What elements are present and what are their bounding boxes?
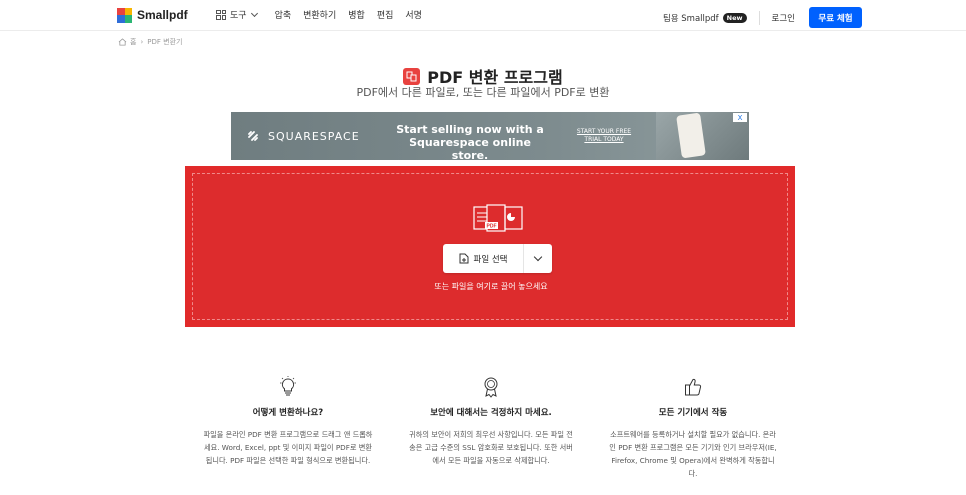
account-nav: 팀용 Smallpdf New 로그인 무료 체험 [663,7,862,28]
breadcrumb-current: PDF 변환기 [147,38,183,46]
main-nav: 도구 압축 변환하기 병합 편집 서명 [216,8,434,21]
feature-title: 어떻게 변환하나요? [252,408,324,418]
breadcrumb-home[interactable]: 홈 [130,37,136,47]
file-upload-icon [459,253,468,264]
login-link[interactable]: 로그인 [772,12,795,24]
file-drop-zone[interactable]: PDF 파일 선택 또는 파일을 여기로 끌어 놓으세요 [185,166,795,327]
document-files-icon: PDF [473,204,523,232]
squarespace-logo: SQUARESPACE [246,129,360,143]
feature-title: 보안에 대해서는 걱정하지 마세요. [430,408,552,418]
drop-zone-dashed-area: PDF 파일 선택 또는 파일을 여기로 끌어 놓으세요 [192,173,788,320]
tools-label: 도구 [230,11,247,21]
feature-security: 보안에 대해서는 걱정하지 마세요. 귀하의 보안이 저희의 최우선 사항입니다… [406,376,576,467]
nav-item-convert[interactable]: 변환하기 [303,8,336,21]
nav-item-merge[interactable]: 병합 [348,8,365,21]
ad-brand: SQUARESPACE [268,129,360,143]
ad-headline: Start selling now with a Squarespace onl… [396,123,544,160]
nav-item-compress[interactable]: 압축 [275,8,292,21]
nav-item-sign[interactable]: 서명 [405,8,422,21]
choose-file-button[interactable]: 파일 선택 [443,244,523,273]
feature-how-to-convert: 어떻게 변환하나요? 파일을 온라인 PDF 변환 프로그램으로 드래그 앤 드… [203,376,373,467]
logo-text: Smallpdf [137,8,188,22]
breadcrumb: 홈 › PDF 변환기 [118,37,182,47]
top-navigation-bar: Smallpdf 도구 압축 변환하기 병합 편집 서명 팀용 Smallpdf… [0,0,966,31]
smallpdf-logo[interactable]: Smallpdf [117,7,188,23]
feature-all-devices: 모든 기기에서 작동 소프트웨어를 등록하거나 설치할 필요가 없습니다. 온라… [608,376,778,480]
feature-description: 소프트웨어를 등록하거나 설치할 필요가 없습니다. 온라인 PDF 변환 프로… [609,430,777,478]
ad-close-icon[interactable]: X [733,113,747,122]
feature-description: 파일을 온라인 PDF 변환 프로그램으로 드래그 앤 드롭하세요. Word,… [203,430,373,465]
feature-title: 모든 기기에서 작동 [658,408,728,418]
page-subtitle: PDF에서 다른 파일로, 또는 다른 파일에서 PDF로 변환 [356,86,610,99]
lightbulb-icon [280,376,296,396]
drop-hint-text: 또는 파일을 여기로 끌어 놓으세요 [434,282,548,291]
team-label: 팀용 Smallpdf [662,13,719,24]
choose-file-label: 파일 선택 [473,254,508,265]
chevron-down-icon [250,9,258,17]
ad-cta-link[interactable]: START YOUR FREE TRIAL TODAY [569,128,639,144]
divider [758,10,760,25]
home-icon [118,38,127,46]
free-trial-button[interactable]: 무료 체험 [809,7,862,28]
new-badge: New [722,12,747,23]
convert-tool-icon [403,67,421,85]
feature-description: 귀하의 보안이 저희의 최우선 사항입니다. 모든 파일 전송은 고급 수준의 … [409,430,573,465]
chevron-down-icon [533,252,543,262]
award-badge-icon [484,377,498,398]
ad-banner[interactable]: SQUARESPACE Start selling now with a Squ… [231,112,749,160]
breadcrumb-separator: › [140,38,144,46]
thumbs-up-icon [685,378,702,396]
choose-source-dropdown[interactable] [523,244,552,273]
grid-icon [216,9,226,20]
pdf-file-label: PDF [487,224,497,230]
smallpdf-logo-mark-icon [117,7,132,23]
nav-item-edit[interactable]: 편집 [377,8,394,21]
squarespace-mark-icon [248,131,258,141]
team-link[interactable]: 팀용 Smallpdf New [663,12,747,24]
choose-file-control: 파일 선택 [443,244,552,273]
tools-menu-button[interactable]: 도구 [216,8,258,21]
